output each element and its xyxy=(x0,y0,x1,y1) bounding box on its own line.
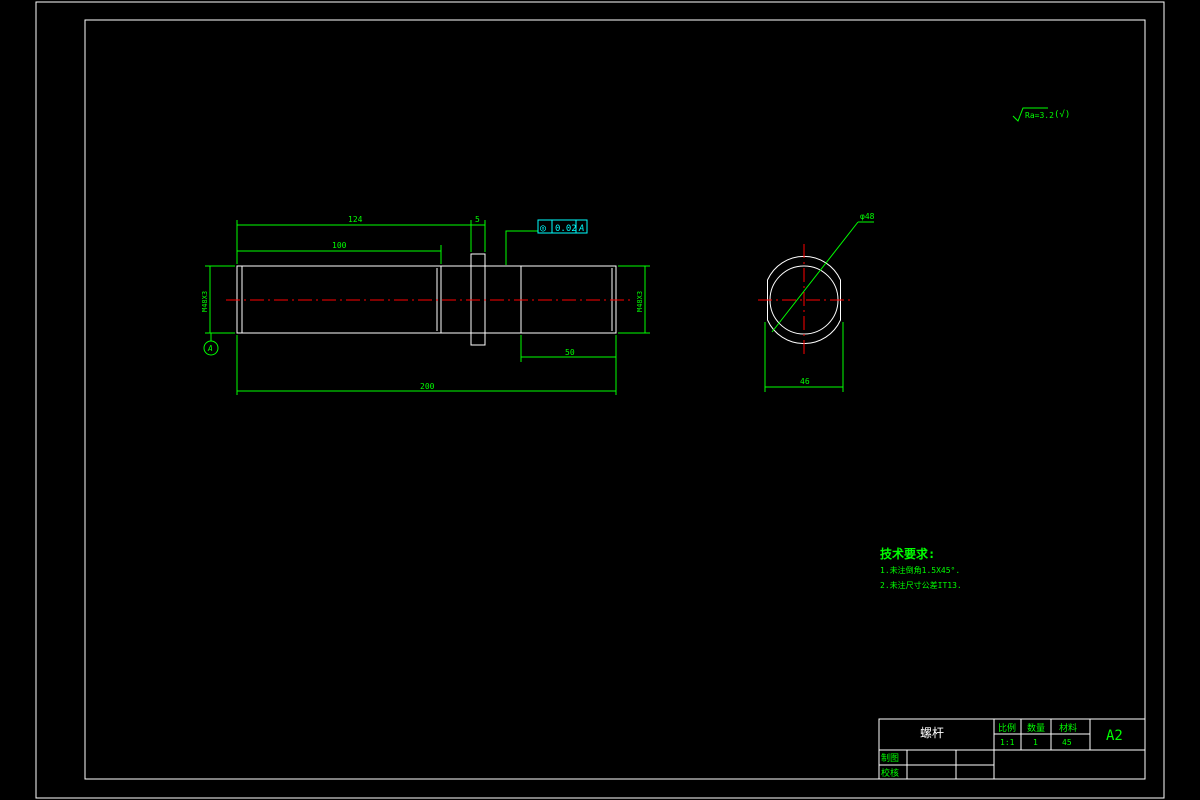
quantity-label: 数量 xyxy=(1027,722,1045,734)
quantity-value: 1 xyxy=(1033,738,1038,747)
dim-100: 100 xyxy=(332,241,347,250)
roughness-text: Ra=3.2 xyxy=(1025,111,1054,120)
dim-200: 200 xyxy=(420,382,435,391)
inner-border xyxy=(84,19,1146,780)
dim-end-diameter: φ48 xyxy=(860,212,875,221)
technical-requirements: 技术要求: 1.未注倒角1.5X45°. 2.未注尺寸公差IT13. xyxy=(880,546,962,590)
tolerance-value: 0.02 xyxy=(555,224,577,234)
roughness-suffix: (√) xyxy=(1054,109,1070,120)
title-block: 螺杆 比例 数量 材料 1:1 1 45 A2 制图 校核 xyxy=(878,718,1146,780)
tech-item-2: 2.未注尺寸公差IT13. xyxy=(880,580,962,590)
tech-item-1: 1.未注倒角1.5X45°. xyxy=(880,565,960,575)
cad-drawing: Ra=3.2 (√) 124 5 100 M48X3 A M48X3 50 20… xyxy=(35,1,1165,799)
tolerance-symbol: ◎ xyxy=(540,223,546,234)
datum-label: A xyxy=(207,344,213,353)
tech-title: 技术要求: xyxy=(880,546,935,561)
front-dimensions: 124 5 100 M48X3 A M48X3 50 200 xyxy=(201,215,650,395)
sheet-size: A2 xyxy=(1106,728,1123,744)
dim-end-width: 46 xyxy=(800,377,810,386)
tolerance-datum: A xyxy=(578,224,584,234)
dim-right-diameter: M48X3 xyxy=(636,291,644,312)
checked-by-label: 校核 xyxy=(881,767,899,779)
tolerance-frame: ◎ 0.02 A xyxy=(537,219,588,234)
scale-label: 比例 xyxy=(998,722,1016,734)
material-value: 45 xyxy=(1062,738,1072,747)
dim-left-diameter: M48X3 xyxy=(201,291,209,312)
scale-value: 1:1 xyxy=(1000,738,1015,747)
shaft-front-view xyxy=(226,253,630,346)
outer-border xyxy=(35,1,1165,799)
shaft-end-view: φ48 46 xyxy=(758,212,875,392)
part-name: 螺杆 xyxy=(920,726,944,740)
left-thread-section xyxy=(236,265,442,334)
dim-5: 5 xyxy=(475,215,480,224)
drawn-by-label: 制图 xyxy=(881,752,899,764)
dim-124: 124 xyxy=(348,215,363,224)
material-label: 材料 xyxy=(1059,722,1077,734)
surface-roughness-symbol: Ra=3.2 (√) xyxy=(1012,107,1070,122)
dim-50: 50 xyxy=(565,348,575,357)
